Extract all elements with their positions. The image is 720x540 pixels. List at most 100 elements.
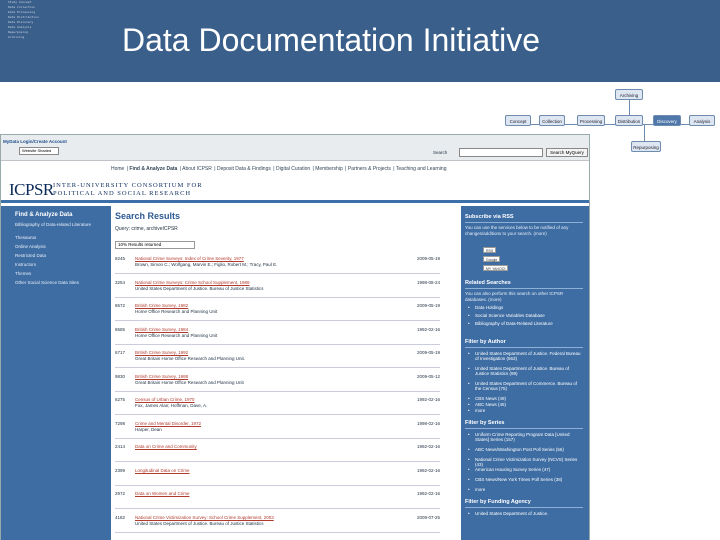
- right-sidebar: Subscribe via RSS You can use the servic…: [461, 206, 589, 540]
- result-id: 9830: [115, 373, 126, 379]
- result-row: 4182 National Crime Victimization Survey:…: [115, 513, 440, 533]
- result-date: 1992-02-16: [416, 444, 440, 449]
- series-filter-link[interactable]: American Housing Survey Series (47): [468, 467, 583, 472]
- author-filter-link[interactable]: United States Department of Commerce. Bu…: [468, 381, 583, 391]
- result-row: 6717 British Crime Survey, 1992 Great Brit…: [115, 348, 440, 368]
- result-title-link[interactable]: British Crime Survey, 1992: [135, 350, 188, 355]
- search-input[interactable]: [459, 148, 543, 157]
- icpsr-logo[interactable]: ICPSR: [9, 180, 54, 200]
- divider: [465, 507, 583, 508]
- series-filter-link[interactable]: ABC News/Washington Post Poll Series (56…: [468, 447, 583, 452]
- result-title-link[interactable]: Census of Urban Crime, 1970: [135, 397, 195, 402]
- divider: [465, 288, 583, 289]
- result-row: 2399 Longitudinal Data on Crime 1992-02-16: [115, 466, 440, 486]
- filter-series-heading: Filter by Series: [465, 420, 505, 426]
- result-date: 1998-02-16: [416, 420, 440, 426]
- google-badge[interactable]: Google: [483, 256, 501, 262]
- results-per-page-select[interactable]: 10% Results returned: [115, 241, 195, 249]
- author-filter-link[interactable]: CBS News (49): [468, 396, 583, 401]
- nav-home[interactable]: Home: [111, 166, 124, 172]
- header-art-line: Archiving: [8, 35, 25, 39]
- rss-badge[interactable]: RSS: [483, 247, 497, 253]
- nav-teaching[interactable]: Teaching and Learning: [396, 166, 447, 172]
- result-date: 2009-05-19: [416, 350, 440, 355]
- author-filter-link[interactable]: ABC News (45): [468, 402, 583, 407]
- result-title-link[interactable]: Crime and Mental Disorder, 1972: [135, 421, 201, 426]
- result-id: 3254: [115, 279, 126, 285]
- result-date: 2009-05-19: [416, 256, 440, 261]
- author-more-link[interactable]: more: [468, 408, 583, 413]
- mydata-login-link[interactable]: MyData Login/Create Account: [3, 139, 67, 144]
- result-author: Great Britain Home Office Research and P…: [135, 356, 245, 361]
- author-filter-link[interactable]: United States Department of Justice. Bur…: [468, 366, 583, 376]
- result-id: 2414: [115, 444, 126, 449]
- related-link[interactable]: Social Science Variables Database: [468, 313, 583, 318]
- nav-about[interactable]: About ICPSR: [182, 166, 212, 172]
- lifecycle-box-distribution: Distribution: [615, 115, 643, 126]
- rss-text: You can use the services below to be not…: [465, 225, 569, 236]
- lifecycle-box-archiving: Archiving: [615, 89, 643, 100]
- icpsr-name: INTER-UNIVERSITY CONSORTIUM FOR POLITICA…: [53, 182, 203, 198]
- result-date: 2009-05-12: [416, 373, 440, 379]
- row-divider: [115, 531, 440, 533]
- result-title-link[interactable]: National Crime Victimization Survey: Sch…: [135, 515, 274, 520]
- row-divider: [115, 414, 440, 415]
- website-select[interactable]: Website Shaded: [19, 147, 59, 155]
- nav-membership[interactable]: Membership: [315, 166, 343, 172]
- series-filter-link[interactable]: National Crime Victimization Survey (NCV…: [468, 457, 583, 467]
- result-id: 8685: [115, 326, 126, 332]
- result-author: Brown, Simon C.; Wolfgang, Marvin E.; Fi…: [135, 262, 278, 267]
- result-id: 7298: [115, 420, 126, 426]
- series-filter-link[interactable]: CBS News/New York Times Poll Series (38): [468, 477, 583, 482]
- sidebar-item-online-analysis[interactable]: Online Analysis: [15, 244, 103, 249]
- sidebar: Find & Analyze Data Bibliography of Data…: [1, 206, 111, 540]
- sidebar-item-themes[interactable]: Themes: [15, 271, 103, 276]
- result-row: 6275 Census of Urban Crime, 1970 Fox, Jame…: [115, 395, 440, 415]
- result-date: 1992-02-16: [416, 467, 440, 473]
- search-button[interactable]: Search MyQuery: [546, 148, 588, 157]
- related-heading: Related Searches: [465, 280, 511, 286]
- result-row: 8245 National Crime Surveys: Index of Cri…: [115, 254, 440, 274]
- sidebar-title: Find & Analyze Data: [15, 212, 73, 218]
- nav-find-analyze[interactable]: Find & Analyze Data: [129, 166, 177, 172]
- result-author: Home Office Research and Planning Unit: [135, 309, 218, 314]
- series-filter-link[interactable]: Uniform Crime Reporting Program Data [Un…: [468, 432, 583, 442]
- result-row: 8672 British Crime Survey, 1982 Home Offic…: [115, 301, 440, 321]
- lifecycle-box-processing: Processing: [577, 115, 605, 126]
- result-title-link[interactable]: Data on Crime and Community: [135, 444, 197, 449]
- page-title: Search Results: [115, 211, 181, 221]
- result-title-link[interactable]: Longitudinal Data on Crime: [135, 468, 190, 473]
- sidebar-item-thesaurus[interactable]: Thesaurus: [15, 235, 103, 240]
- result-title-link[interactable]: Data on Women and Crime: [135, 491, 189, 496]
- result-date: 1998-08-24: [416, 279, 440, 285]
- result-date: 1992-02-16: [416, 491, 440, 496]
- lifecycle-box-discovery: Discovery: [653, 115, 681, 126]
- related-link[interactable]: Data Holdings: [468, 305, 583, 310]
- result-title-link[interactable]: National Crime Surveys: Crime School Sup…: [135, 280, 250, 285]
- series-more-link[interactable]: more: [468, 487, 583, 492]
- result-title-link[interactable]: National Crime Surveys: Index of Crime S…: [135, 256, 244, 261]
- result-title-link[interactable]: British Crime Survey, 1988: [135, 374, 188, 379]
- related-link[interactable]: Bibliography of Data-Related Literature: [468, 321, 583, 326]
- result-id: 8245: [115, 256, 126, 261]
- author-filter-link[interactable]: United States Department of Justice. Fed…: [468, 351, 583, 361]
- sidebar-item-other-sites[interactable]: Other Social Science Data Sites: [15, 280, 103, 285]
- icpsr-name-line: POLITICAL AND SOCIAL RESEARCH: [53, 190, 192, 197]
- nav-deposit[interactable]: Deposit Data & Findings: [217, 166, 271, 172]
- result-title-link[interactable]: British Crime Survey, 1984: [135, 327, 188, 332]
- result-id: 2972: [115, 491, 126, 496]
- sidebar-item-instructors[interactable]: Instructors: [15, 262, 103, 267]
- result-id: 4182: [115, 514, 126, 520]
- nav-curation[interactable]: Digital Curation: [276, 166, 310, 172]
- sidebar-item-restricted-data[interactable]: Restricted Data: [15, 253, 103, 258]
- sidebar-item-bibliography[interactable]: Bibliography of Data-related Literature: [15, 222, 103, 227]
- result-id: 6275: [115, 397, 126, 402]
- result-title-link[interactable]: British Crime Survey, 1982: [135, 303, 188, 308]
- header-art: Study Concept Data Collection Data Proce…: [8, 0, 98, 80]
- nav-partners[interactable]: Partners & Projects: [348, 166, 391, 172]
- yahoo-badge[interactable]: MY YAHOO!: [483, 265, 509, 271]
- agency-filter-link[interactable]: United States Department of Justice.: [468, 511, 583, 516]
- result-id: 8672: [115, 303, 126, 308]
- search-results-panel: Search Results Query: crime, archiveICPS…: [111, 206, 461, 540]
- divider: [465, 347, 583, 348]
